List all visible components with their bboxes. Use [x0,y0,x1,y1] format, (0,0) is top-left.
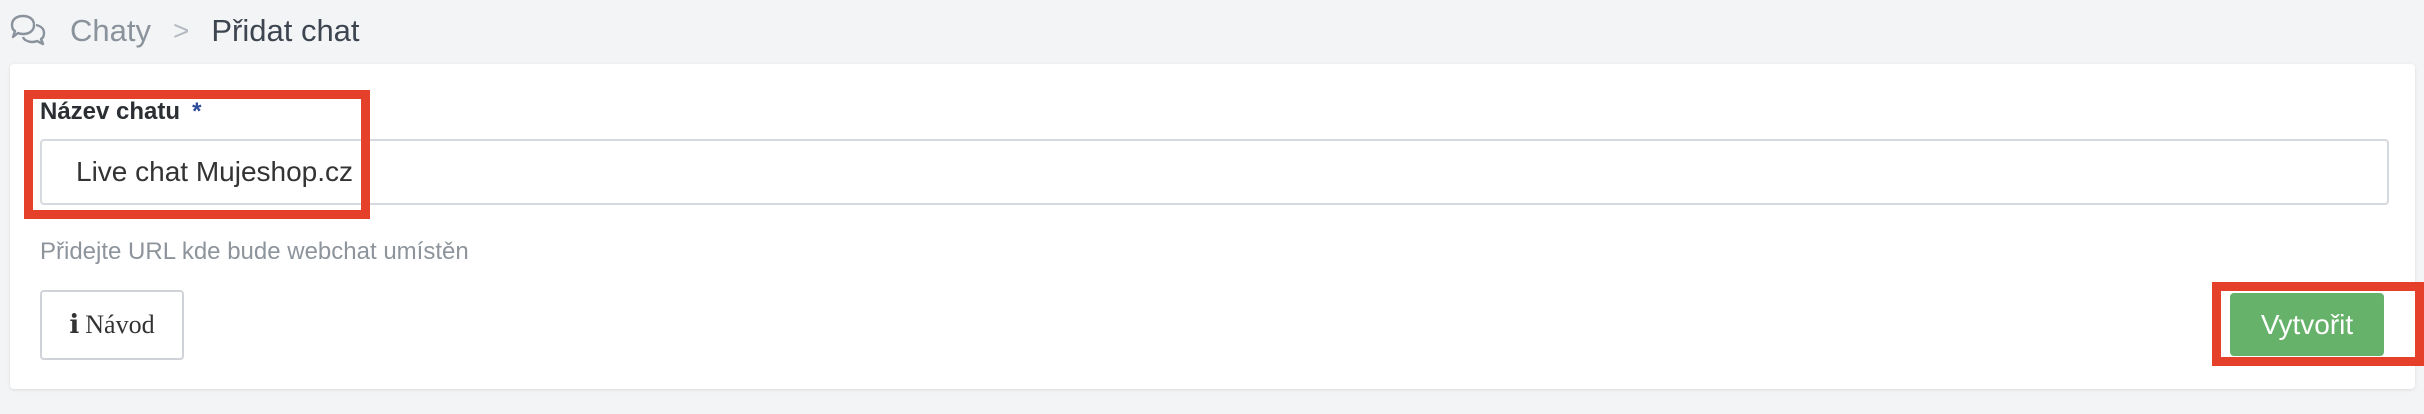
url-hint-text: Přidejte URL kde bude webchat umístěn [40,238,469,265]
chat-name-label-text: Název chatu [40,98,181,125]
form-card: Název chatu * Přidejte URL kde bude webch… [10,64,2415,389]
page-title: Přidat chat [211,13,360,48]
chat-bubbles-icon [8,11,48,51]
chat-name-label: Název chatu * [40,98,201,126]
guide-button[interactable]: i Návod [40,290,184,360]
breadcrumb: Chaty > Přidat chat [0,0,360,62]
guide-button-label: Návod [85,310,155,339]
required-marker: * [192,98,202,125]
chat-name-input[interactable] [40,139,2389,205]
breadcrumb-separator: > [172,15,190,46]
breadcrumb-item-chats[interactable]: Chaty [70,13,151,49]
create-button[interactable]: Vytvořit [2230,293,2384,356]
info-icon: i [69,310,80,340]
